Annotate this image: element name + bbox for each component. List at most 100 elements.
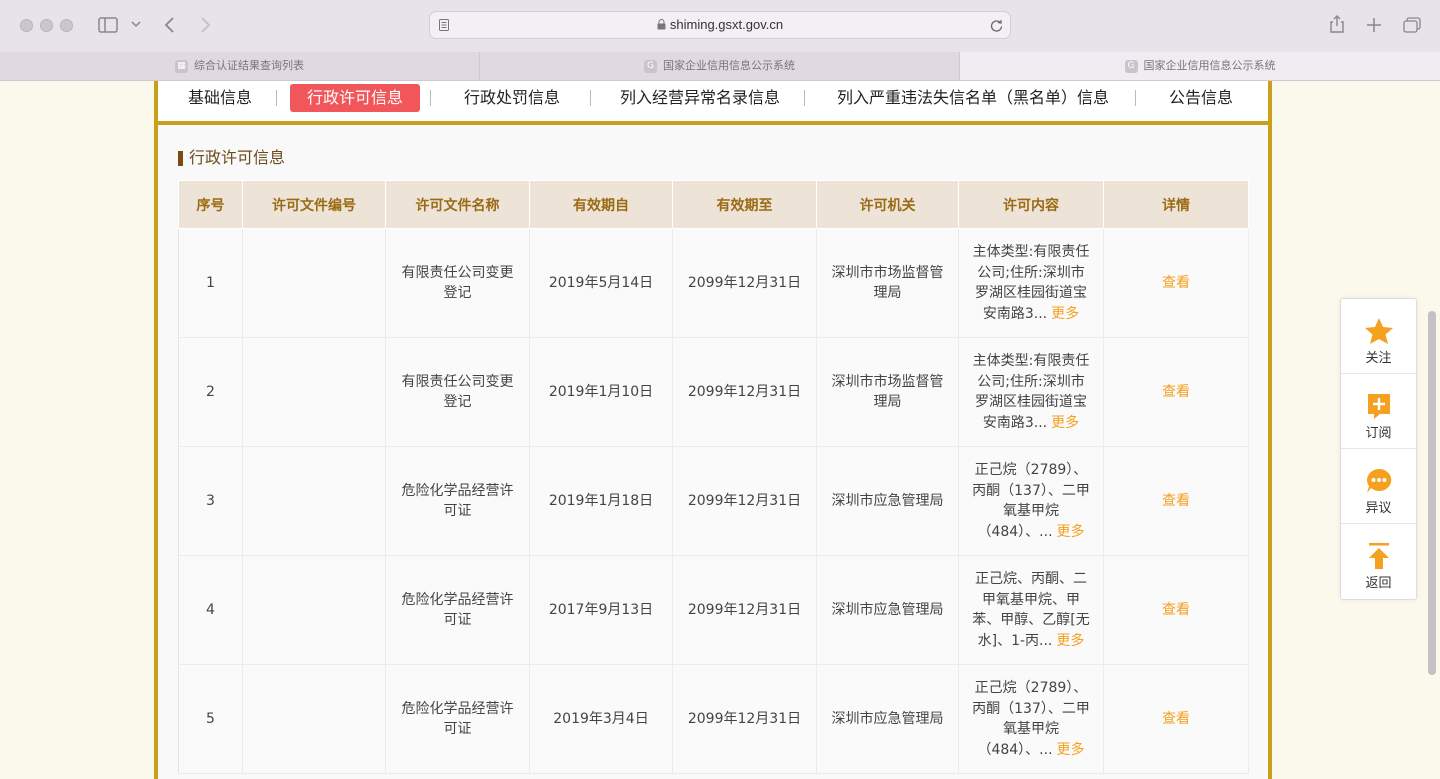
- nav-divider: [804, 90, 805, 106]
- cell-seq: 1: [178, 228, 243, 338]
- more-link[interactable]: 更多: [1057, 742, 1085, 758]
- close-window-button[interactable]: [20, 19, 33, 32]
- more-link[interactable]: 更多: [1051, 306, 1079, 322]
- minimize-window-button[interactable]: [40, 19, 53, 32]
- sidebar-toggle-icon[interactable]: [98, 17, 118, 33]
- subscribe-button[interactable]: 订阅: [1341, 374, 1416, 449]
- cell-valid-from: 2019年5月14日: [529, 228, 673, 338]
- more-link[interactable]: 更多: [1057, 524, 1085, 540]
- content-frame: 基础信息 行政许可信息 行政处罚信息 列入经营异常名录信息 列入严重违法失信名单…: [154, 81, 1272, 779]
- cell-file-no: [242, 337, 386, 447]
- address-bar[interactable]: shiming.gsxt.gov.cn: [429, 11, 1011, 39]
- page-scrollbar[interactable]: [1428, 311, 1436, 675]
- subscribe-icon: [1367, 394, 1390, 419]
- reload-icon[interactable]: [990, 19, 1003, 32]
- header-detail: 详情: [1103, 180, 1249, 229]
- cell-detail: 查看: [1103, 555, 1249, 665]
- header-authority: 许可机关: [816, 180, 959, 229]
- cell-valid-to: 2099年12月31日: [672, 664, 817, 774]
- cell-file-name: 危险化学品经营许可证: [385, 446, 530, 556]
- cell-detail: 查看: [1103, 337, 1249, 447]
- more-link[interactable]: 更多: [1051, 415, 1079, 431]
- cell-file-name: 有限责任公司变更登记: [385, 337, 530, 447]
- back-arrow-icon[interactable]: [164, 17, 176, 33]
- cell-file-name: 有限责任公司变更登记: [385, 228, 530, 338]
- more-link[interactable]: 更多: [1056, 633, 1084, 649]
- cell-detail: 查看: [1103, 664, 1249, 774]
- view-detail-link[interactable]: 查看: [1162, 275, 1190, 291]
- header-valid-to: 有效期至: [672, 180, 817, 229]
- view-detail-link[interactable]: 查看: [1162, 493, 1190, 509]
- back-to-top-icon: [1368, 543, 1389, 569]
- share-icon[interactable]: [1329, 15, 1345, 33]
- header-valid-from: 有效期自: [529, 180, 673, 229]
- browser-tab-1[interactable]: ▦ 综合认证结果查询列表: [0, 52, 480, 80]
- follow-label: 关注: [1365, 351, 1392, 366]
- forward-arrow-icon[interactable]: [199, 17, 211, 33]
- page-viewport: 基础信息 行政许可信息 行政处罚信息 列入经营异常名录信息 列入严重违法失信名单…: [0, 81, 1440, 779]
- cell-seq: 2: [178, 337, 243, 447]
- tab-overview-icon[interactable]: [1403, 17, 1421, 33]
- objection-button[interactable]: 异议: [1341, 449, 1416, 524]
- section-title: 行政许可信息: [178, 148, 285, 168]
- view-detail-link[interactable]: 查看: [1162, 711, 1190, 727]
- cell-content: 主体类型:有限责任公司;住所:深圳市罗湖区桂园街道宝安南路3... 更多: [958, 337, 1104, 447]
- gsxt-favicon-icon: G: [644, 59, 657, 73]
- cell-file-no: [242, 664, 386, 774]
- cell-detail: 查看: [1103, 228, 1249, 338]
- nav-tab-admin-penalty[interactable]: 行政处罚信息: [456, 84, 568, 112]
- browser-tab-2[interactable]: G 国家企业信用信息公示系统: [480, 52, 960, 80]
- back-to-top-button[interactable]: 返回: [1341, 524, 1416, 598]
- cell-content: 主体类型:有限责任公司;住所:深圳市罗湖区桂园街道宝安南路3... 更多: [958, 228, 1104, 338]
- cell-authority: 深圳市市场监督管理局: [816, 337, 959, 447]
- table-row: 2 有限责任公司变更登记 2019年1月10日 2099年12月31日 深圳市市…: [178, 337, 1249, 447]
- cell-file-name: 危险化学品经营许可证: [385, 555, 530, 665]
- nav-divider: [276, 90, 277, 106]
- follow-button[interactable]: 关注: [1341, 299, 1416, 374]
- star-icon: [1364, 318, 1393, 344]
- cell-valid-from: 2019年1月10日: [529, 337, 673, 447]
- nav-tab-abnormal-operation[interactable]: 列入经营异常名录信息: [614, 84, 786, 112]
- lock-icon: [657, 19, 666, 30]
- url-text: shiming.gsxt.gov.cn: [669, 17, 784, 32]
- cell-valid-to: 2099年12月31日: [672, 555, 817, 665]
- floating-action-panel: 关注 订阅 异议 返回: [1340, 298, 1417, 600]
- tab-strip: ▦ 综合认证结果查询列表 G 国家企业信用信息公示系统 G 国家企业信用信息公示系统: [0, 52, 1440, 81]
- zoom-window-button[interactable]: [60, 19, 73, 32]
- cell-valid-from: 2019年1月18日: [529, 446, 673, 556]
- cell-authority: 深圳市应急管理局: [816, 555, 959, 665]
- cell-seq: 4: [178, 555, 243, 665]
- cell-content: 正己烷（2789）、丙酮（137）、二甲氧基甲烷（484）、... 更多: [958, 446, 1104, 556]
- cell-file-name: 危险化学品经营许可证: [385, 664, 530, 774]
- nav-divider: [430, 90, 431, 106]
- grid-favicon-icon: ▦: [175, 59, 188, 73]
- cell-valid-from: 2019年3月4日: [529, 664, 673, 774]
- table-row: 1 有限责任公司变更登记 2019年5月14日 2099年12月31日 深圳市市…: [178, 228, 1249, 338]
- cell-valid-to: 2099年12月31日: [672, 337, 817, 447]
- tab-title: 国家企业信用信息公示系统: [663, 59, 795, 72]
- cell-file-no: [242, 446, 386, 556]
- license-section: 行政许可信息 序号 许可文件编号 许可文件名称 有效期自 有效期至 许可机关 许…: [158, 125, 1268, 779]
- header-file-name: 许可文件名称: [385, 180, 530, 229]
- view-detail-link[interactable]: 查看: [1162, 602, 1190, 618]
- cell-authority: 深圳市市场监督管理局: [816, 228, 959, 338]
- cell-valid-to: 2099年12月31日: [672, 228, 817, 338]
- cell-detail: 查看: [1103, 446, 1249, 556]
- cell-content: 正己烷（2789）、丙酮（137）、二甲氧基甲烷（484）、... 更多: [958, 664, 1104, 774]
- back-to-top-label: 返回: [1365, 576, 1392, 591]
- gsxt-favicon-icon: G: [1124, 59, 1138, 73]
- cell-content: 正己烷、丙酮、二甲氧基甲烷、甲苯、甲醇、乙醇[无水]、1-丙... 更多: [958, 555, 1104, 665]
- cell-file-no: [242, 228, 386, 338]
- chat-bubble-icon: [1366, 468, 1391, 493]
- nav-tab-basic-info[interactable]: 基础信息: [174, 84, 266, 112]
- nav-tab-admin-license[interactable]: 行政许可信息: [290, 84, 420, 112]
- browser-tab-3[interactable]: G 国家企业信用信息公示系统: [960, 52, 1440, 80]
- new-tab-icon[interactable]: [1367, 18, 1381, 32]
- license-table: 序号 许可文件编号 许可文件名称 有效期自 有效期至 许可机关 许可内容 详情 …: [178, 180, 1249, 774]
- nav-tab-blacklist[interactable]: 列入严重违法失信名单（黑名单）信息: [832, 84, 1114, 112]
- cell-authority: 深圳市应急管理局: [816, 664, 959, 774]
- nav-tab-announcement[interactable]: 公告信息: [1161, 84, 1241, 112]
- chevron-down-icon[interactable]: [131, 21, 141, 29]
- header-content: 许可内容: [958, 180, 1104, 229]
- view-detail-link[interactable]: 查看: [1162, 384, 1190, 400]
